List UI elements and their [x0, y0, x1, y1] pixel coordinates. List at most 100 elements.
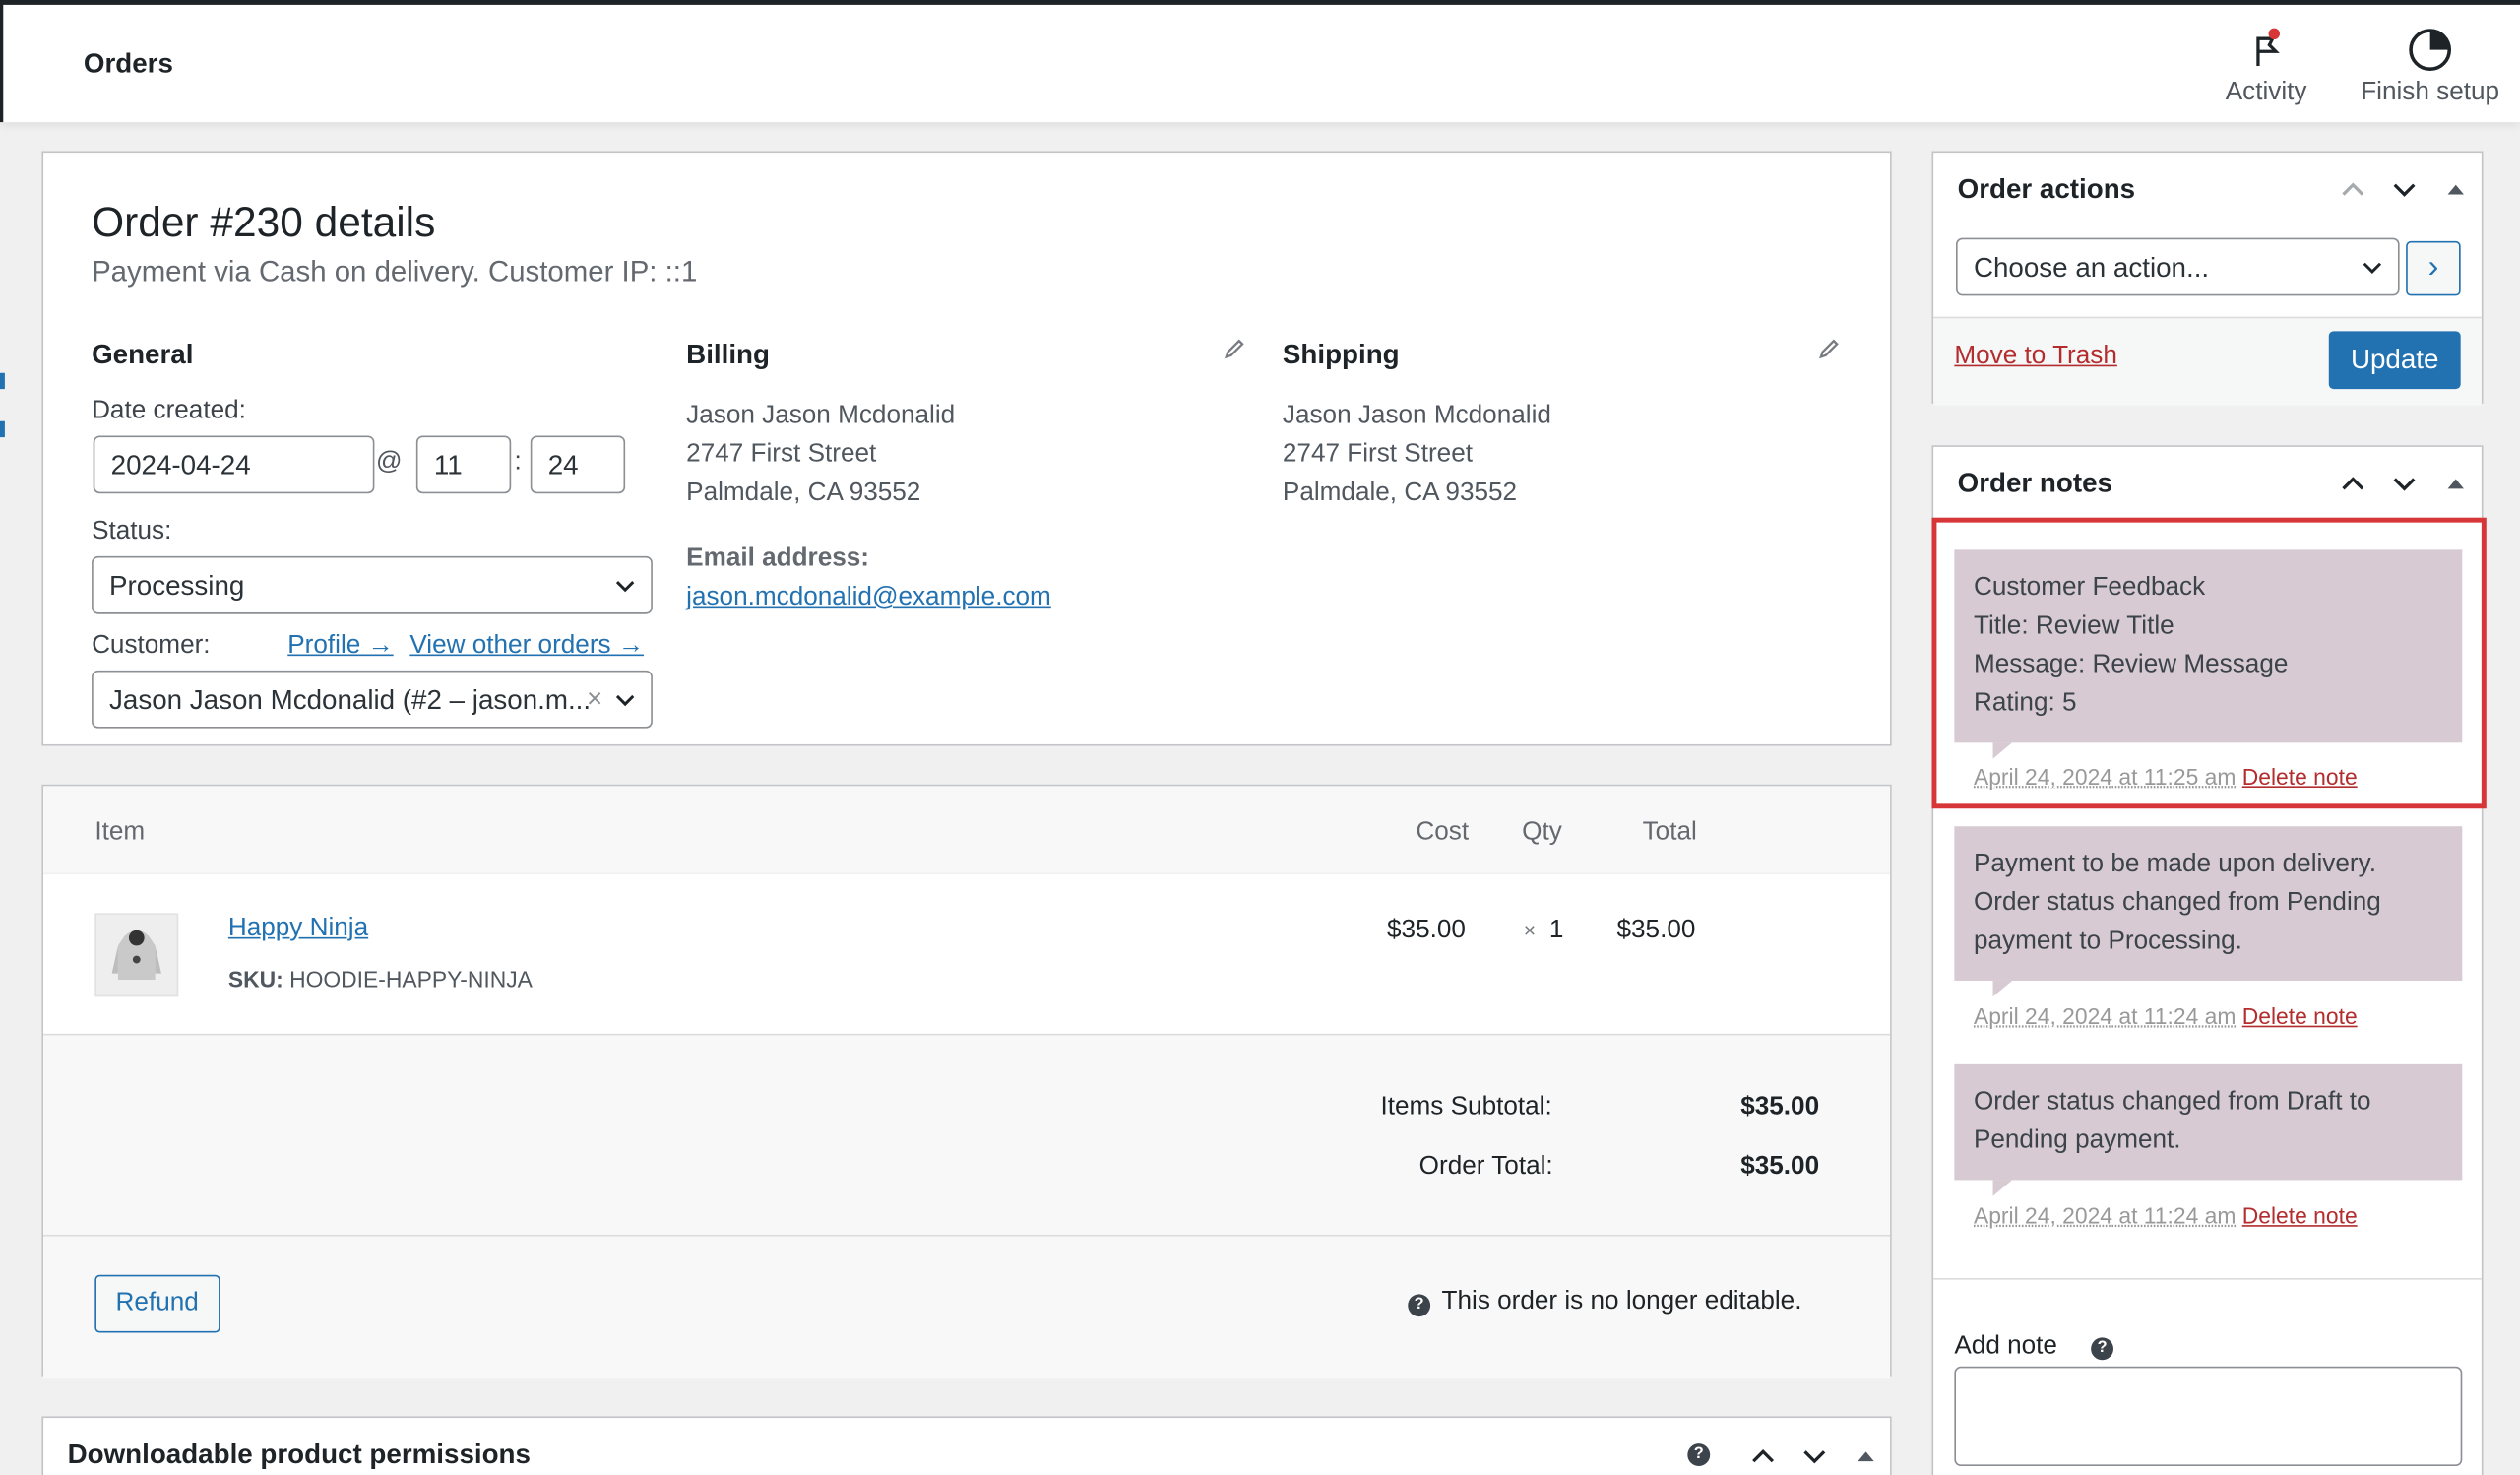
order-totals: Items Subtotal: $35.00 Order Total: $35.…	[43, 1035, 1890, 1236]
billing-street: 2747 First Street	[686, 435, 955, 474]
downloadable-permissions-panel: Downloadable product permissions ?	[41, 1416, 1891, 1475]
edit-shipping-pencil-icon[interactable]	[1818, 338, 1841, 360]
items-subtotal-value: $35.00	[1740, 1093, 1819, 1122]
toggle-panel-triangle-icon[interactable]	[2443, 177, 2469, 203]
col-qty: Qty	[1522, 818, 1562, 847]
hour-input[interactable]: 11	[416, 435, 511, 493]
at-separator: @	[376, 449, 403, 478]
move-up-chevron-icon[interactable]	[2340, 471, 2365, 496]
toggle-panel-triangle-icon[interactable]	[2443, 471, 2469, 496]
billing-city: Palmdale, CA 93552	[686, 475, 955, 513]
help-icon[interactable]: ?	[1687, 1443, 1710, 1466]
chevron-down-icon	[615, 689, 635, 709]
move-down-chevron-icon[interactable]	[2391, 471, 2417, 496]
billing-email-link[interactable]: jason.mcdonalid@example.com	[686, 584, 1051, 612]
move-up-chevron-icon[interactable]	[1750, 1443, 1776, 1469]
toggle-panel-triangle-icon[interactable]	[1854, 1443, 1879, 1469]
order-note: Payment to be made upon delivery. Order …	[1954, 826, 2462, 981]
page: Orders Activity Finish setup Order #230 …	[0, 0, 2520, 1475]
general-heading: General	[92, 339, 193, 371]
order-total-label: Order Total:	[1419, 1153, 1553, 1182]
note-tail	[1993, 981, 2013, 996]
chevron-down-icon	[615, 576, 635, 596]
status-label: Status:	[92, 518, 171, 546]
items-subtotal-label: Items Subtotal:	[1380, 1093, 1551, 1122]
order-actions-panel: Order actions Choose an action... › Move…	[1932, 151, 2484, 403]
admin-menu-edge	[0, 421, 5, 437]
note-line: payment to Processing.	[1974, 923, 2443, 961]
note-meta: April 24, 2024 at 11:24 am Delete note	[1974, 1202, 2358, 1228]
apply-action-button[interactable]: ›	[2406, 241, 2461, 296]
move-down-chevron-icon[interactable]	[2391, 177, 2417, 203]
product-thumbnail[interactable]	[94, 913, 178, 996]
shipping-address: Jason Jason Mcdonalid 2747 First Street …	[1283, 397, 1551, 513]
customer-label: Customer:	[92, 632, 210, 661]
view-other-orders-link[interactable]: View other orders →	[410, 632, 644, 661]
activity-label: Activity	[2226, 79, 2307, 106]
highlight-box	[1932, 518, 2487, 809]
col-total: Total	[1643, 818, 1697, 847]
order-action-value: Choose an action...	[1974, 252, 2209, 283]
not-editable-message: This order is no longer editable.	[1442, 1288, 1802, 1316]
customer-value: Jason Jason Mcdonalid (#2 – jason.m...	[109, 685, 591, 716]
admin-menu-edge	[0, 373, 5, 389]
item-qty: 1	[1549, 917, 1564, 945]
billing-address: Jason Jason Mcdonalid 2747 First Street …	[686, 397, 955, 513]
date-created-input[interactable]: 2024-04-24	[94, 435, 375, 493]
order-actions-footer: Move to Trash Update	[1933, 317, 2482, 406]
help-icon[interactable]: ?	[1408, 1294, 1430, 1316]
move-to-trash-link[interactable]: Move to Trash	[1954, 343, 2117, 371]
col-item: Item	[94, 818, 145, 847]
date-created-label: Date created:	[92, 397, 246, 425]
refund-bar: Refund ? This order is no longer editabl…	[43, 1237, 1890, 1379]
shipping-heading: Shipping	[1283, 339, 1400, 371]
note-date: April 24, 2024 at 11:24 am	[1974, 1202, 2236, 1228]
order-items-panel: Item Cost Qty Total Happy Ninja SKU: HOO…	[41, 785, 1891, 1377]
progress-pie-icon	[2408, 28, 2453, 73]
clear-customer-button[interactable]: ×	[587, 683, 602, 716]
order-actions-heading: Order actions	[1958, 173, 2135, 206]
finish-setup-button[interactable]: Finish setup	[2353, 28, 2507, 108]
activity-button[interactable]: Activity	[2215, 28, 2317, 108]
note-meta: April 24, 2024 at 11:24 am Delete note	[1974, 1003, 2358, 1029]
shipping-street: 2747 First Street	[1283, 435, 1551, 474]
divider	[1933, 1278, 2482, 1280]
customer-select[interactable]: Jason Jason Mcdonalid (#2 – jason.m... ×	[92, 671, 653, 729]
qty-times: ×	[1524, 918, 1536, 941]
items-table-header: Item Cost Qty Total	[43, 786, 1890, 874]
shipping-city: Palmdale, CA 93552	[1283, 475, 1551, 513]
order-subtitle: Payment via Cash on delivery. Customer I…	[92, 256, 697, 289]
help-icon[interactable]: ?	[2091, 1337, 2113, 1360]
delete-note-link[interactable]: Delete note	[2242, 1202, 2358, 1228]
order-action-select[interactable]: Choose an action...	[1956, 238, 2400, 296]
col-cost: Cost	[1416, 818, 1469, 847]
move-down-chevron-icon[interactable]	[1801, 1443, 1827, 1469]
product-name-link[interactable]: Happy Ninja	[228, 915, 368, 943]
item-cost: $35.00	[1387, 917, 1466, 945]
time-separator: :	[514, 449, 521, 478]
add-note-textarea[interactable]	[1954, 1367, 2462, 1466]
billing-heading: Billing	[686, 339, 770, 371]
note-line: Pending payment.	[1974, 1122, 2443, 1161]
note-line: Order status changed from Draft to	[1974, 1083, 2443, 1122]
table-row: Happy Ninja SKU: HOODIE-HAPPY-NINJA $35.…	[43, 874, 1890, 1035]
edit-billing-pencil-icon[interactable]	[1223, 338, 1245, 360]
refund-button[interactable]: Refund	[94, 1275, 220, 1333]
order-note: Order status changed from Draft to Pendi…	[1954, 1064, 2462, 1181]
profile-link[interactable]: Profile →	[287, 632, 393, 661]
order-notes-heading: Order notes	[1958, 468, 2112, 500]
product-sku: SKU: HOODIE-HAPPY-NINJA	[228, 966, 533, 992]
move-up-chevron-icon[interactable]	[2340, 177, 2365, 203]
order-heading: Order #230 details	[92, 198, 435, 248]
chevron-down-icon	[2362, 257, 2382, 277]
sku-label: SKU:	[228, 966, 284, 992]
downloadable-permissions-heading: Downloadable product permissions	[68, 1439, 531, 1471]
status-select[interactable]: Processing	[92, 556, 653, 614]
minute-input[interactable]: 24	[531, 435, 625, 493]
note-line: Payment to be made upon delivery.	[1974, 846, 2443, 884]
update-button[interactable]: Update	[2329, 331, 2461, 389]
delete-note-link[interactable]: Delete note	[2242, 1003, 2358, 1029]
item-total: $35.00	[1616, 917, 1695, 945]
hoodie-icon	[96, 915, 177, 995]
status-value: Processing	[109, 571, 244, 602]
